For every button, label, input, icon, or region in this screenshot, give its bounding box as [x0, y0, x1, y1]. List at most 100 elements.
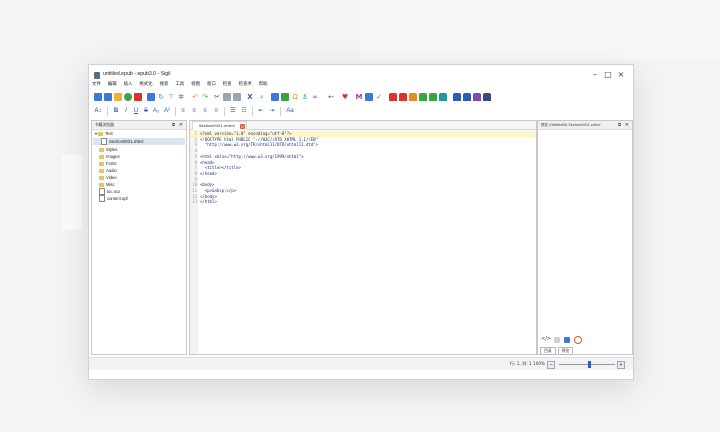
heading-10-icon[interactable] [483, 93, 491, 101]
insert-special-char-icon[interactable]: Ω [291, 93, 299, 101]
bold-icon[interactable]: B [112, 107, 120, 115]
zoom-out-button[interactable]: − [547, 361, 555, 369]
meta-icon[interactable]: ⊤ [167, 93, 175, 101]
tab-section0001[interactable]: Section0001.xhtml × [192, 121, 247, 130]
heart-icon[interactable]: ♥ [341, 93, 349, 101]
cut-icon[interactable]: ✂ [213, 93, 221, 101]
minimize-button[interactable]: – [589, 69, 601, 81]
strikethrough-icon[interactable]: S [142, 107, 150, 115]
tree-file-content-opf[interactable]: content.opf [99, 195, 128, 203]
gear-icon[interactable]: ✲ [177, 93, 185, 101]
code-editor-pane: Section0001.xhtml × 1 <?xml version="1.0"… [189, 120, 537, 355]
new-file-2-icon[interactable] [104, 93, 112, 101]
add-existing-icon[interactable] [124, 93, 132, 101]
menu-file[interactable]: 文件 [92, 81, 101, 89]
heading-8-icon[interactable] [463, 93, 471, 101]
tree-folder-styles[interactable]: Styles [99, 146, 117, 153]
heading-1-icon[interactable] [389, 93, 397, 101]
book-browser-header: 书籍浏览器 ⧉ × [92, 121, 186, 130]
heading-7-icon[interactable] [453, 93, 461, 101]
link-icon[interactable]: ∞ [311, 93, 319, 101]
insert-image-icon[interactable] [281, 93, 289, 101]
code-icon[interactable]: </> [541, 336, 551, 342]
close-pane-icon[interactable]: × [179, 121, 183, 129]
window-title: untitled.epub - epub3.0 - Sigil [103, 71, 171, 77]
anchor-icon[interactable]: ⚓ [301, 93, 309, 101]
heading-5-icon[interactable] [429, 93, 437, 101]
tab-toc[interactable]: 目录 [540, 347, 556, 355]
decrease-indent-icon[interactable]: ⇤ [257, 107, 265, 115]
tree-file-section0001[interactable]: Section0001.xhtml [101, 138, 143, 146]
close-tab-icon[interactable]: × [239, 123, 245, 129]
tree-folder-misc[interactable]: Misc [99, 181, 115, 188]
align-justify-icon[interactable]: ≡ [212, 107, 220, 115]
menu-view[interactable]: 视图 [191, 81, 200, 89]
refresh-icon[interactable]: ↻ [157, 93, 165, 101]
tree-folder-text[interactable]: ▾ Text [95, 130, 113, 137]
copy-icon[interactable] [564, 337, 570, 343]
menu-tools[interactable]: 工具 [175, 81, 184, 89]
spellcheck-icon[interactable]: X [246, 93, 254, 101]
menu-insert[interactable]: 插入 [124, 81, 133, 89]
search-icon[interactable]: ⌕ [258, 93, 266, 101]
subscript-icon[interactable]: A₂ [152, 107, 160, 115]
tree-file-toc[interactable]: toc.ncx [99, 188, 120, 196]
line-number: 13 [192, 199, 197, 205]
float-pane-icon[interactable]: ⧉ [172, 121, 175, 129]
tree-folder-video[interactable]: Video [99, 174, 117, 181]
close-pane-icon[interactable]: × [625, 121, 629, 129]
italic-icon[interactable]: I [122, 107, 130, 115]
menu-window[interactable]: 窗口 [207, 81, 216, 89]
bulleted-list-icon[interactable]: ☰ [229, 107, 237, 115]
save-icon[interactable] [134, 93, 142, 101]
code-text: <p>&nbsp;</p> [200, 188, 237, 193]
new-file-icon[interactable] [94, 93, 102, 101]
align-center-icon[interactable]: ≡ [190, 107, 198, 115]
heading-2-icon[interactable] [399, 93, 407, 101]
undo-icon[interactable]: ↶ [191, 93, 199, 101]
change-case-icon[interactable]: Aa [285, 107, 295, 115]
close-button[interactable]: × [615, 69, 627, 81]
paste-icon[interactable] [233, 93, 241, 101]
tree-folder-images[interactable]: Images [99, 153, 120, 160]
increase-indent-icon[interactable]: ⇥ [268, 107, 276, 115]
inspect-icon[interactable] [554, 337, 560, 343]
superscript-icon[interactable]: A² [163, 107, 171, 115]
float-pane-icon[interactable]: ⧉ [618, 121, 621, 129]
validate-icon[interactable]: ✓ [375, 93, 383, 101]
code-text: <html xmlns="http://www.w3.org/1999/xhtm… [200, 153, 304, 159]
open-folder-icon[interactable] [114, 93, 122, 101]
heading-9-icon[interactable] [473, 93, 481, 101]
insert-file-icon[interactable] [271, 93, 279, 101]
menu-checkpoints-2[interactable]: 检查术 [239, 81, 252, 89]
menu-format[interactable]: 格式化 [139, 81, 152, 89]
list-icon[interactable] [365, 93, 373, 101]
zoom-slider[interactable] [559, 360, 615, 368]
menu-help[interactable]: 帮助 [259, 81, 268, 89]
mend-icon[interactable]: M [355, 93, 363, 101]
maximize-button[interactable]: □ [602, 69, 614, 81]
menu-search[interactable]: 搜索 [160, 81, 169, 89]
underline-icon[interactable]: U [132, 107, 140, 115]
align-left-icon[interactable]: ≡ [179, 107, 187, 115]
tree-folder-audio[interactable]: Audio [99, 167, 117, 174]
zoom-slider-thumb[interactable] [588, 360, 592, 368]
menu-checkpoints[interactable]: 检查 [223, 81, 232, 89]
menu-edit[interactable]: 编辑 [108, 81, 117, 89]
heading-3-icon[interactable] [409, 93, 417, 101]
redo-icon[interactable]: ↷ [201, 93, 209, 101]
heading-6-icon[interactable] [439, 93, 447, 101]
toc-icon[interactable] [147, 93, 155, 101]
toolbar-separator [252, 107, 253, 116]
align-right-icon[interactable]: ≡ [201, 107, 209, 115]
zoom-in-button[interactable]: + [617, 361, 625, 369]
heading-4-icon[interactable] [419, 93, 427, 101]
tab-preview[interactable]: 预览 [557, 347, 574, 355]
text-direction-icon[interactable]: A↕ [94, 107, 102, 115]
tree-folder-fonts[interactable]: Fonts [99, 160, 116, 167]
reload-icon[interactable] [574, 336, 582, 344]
numbered-list-icon[interactable]: ☷ [240, 107, 248, 115]
copy-icon[interactable] [223, 93, 231, 101]
back-icon[interactable]: ← [327, 93, 335, 101]
code-line[interactable]: 13 </html> [190, 199, 536, 205]
